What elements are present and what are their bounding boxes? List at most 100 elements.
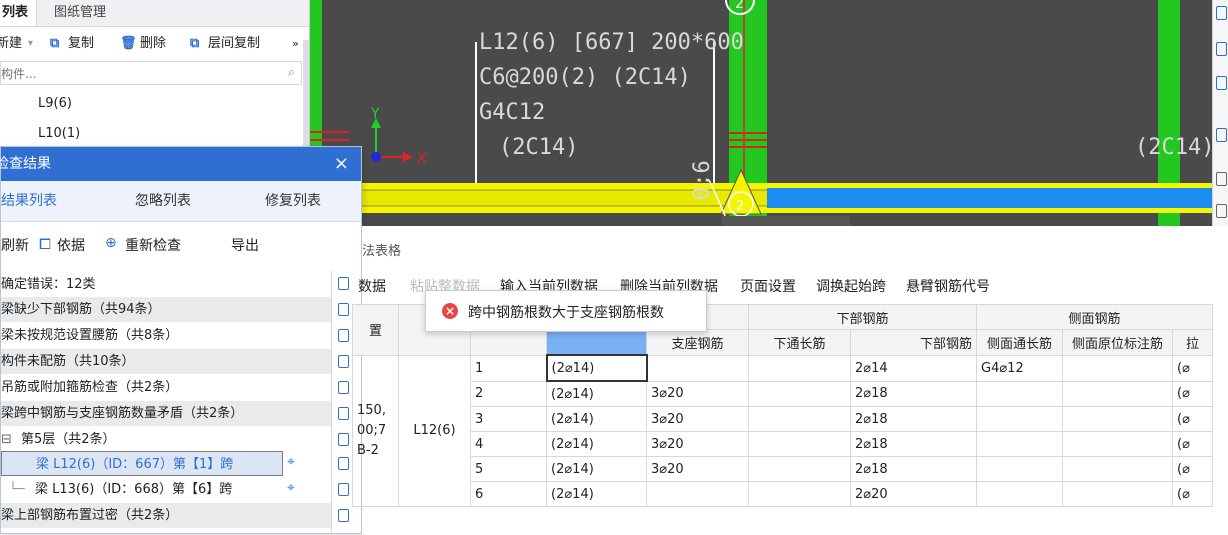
document-icon[interactable] <box>338 277 349 290</box>
result-item-row[interactable]: └─ 梁 L13(6)（ID：668）第【6】跨 <box>1 477 331 502</box>
table-cell[interactable] <box>748 431 851 457</box>
table-cell[interactable] <box>1062 406 1173 432</box>
table-cell[interactable]: G4⌀12 <box>976 354 1063 382</box>
toolbar-icon[interactable] <box>1216 128 1227 142</box>
tab-list[interactable]: 列表 <box>0 0 38 26</box>
copy-button[interactable]: 复制 <box>68 30 94 58</box>
floor-copy-button[interactable]: 层间复制 <box>208 30 260 58</box>
table-cell[interactable]: 6 <box>470 481 547 507</box>
result-group-row[interactable]: 梁缺少下部钢筋（共94条） <box>1 297 331 322</box>
beam-selected-segment[interactable] <box>767 188 1228 208</box>
table-cell[interactable] <box>748 380 851 407</box>
table-cell[interactable] <box>748 406 851 432</box>
table-cell[interactable]: 3 <box>470 406 547 432</box>
toolbar-icon[interactable] <box>1216 76 1227 90</box>
table-cell[interactable]: 3⌀20 <box>646 406 749 432</box>
close-icon[interactable]: × <box>334 147 349 181</box>
table-cell[interactable] <box>748 354 851 382</box>
document-icon[interactable] <box>338 509 349 522</box>
toolbar-icon[interactable] <box>1216 6 1227 20</box>
document-icon[interactable] <box>338 381 349 394</box>
result-group-row[interactable]: 梁跨中钢筋与支座钢筋数量矛盾（共2条） <box>1 401 331 426</box>
table-row[interactable]: 150, 00;7 B-2 L12(6) 1 (2⌀14) 2⌀14 G4⌀12… <box>352 354 1213 507</box>
table-cell[interactable]: (⌀ <box>1172 481 1213 507</box>
toolbar-icon[interactable] <box>1216 204 1227 218</box>
table-row[interactable]: 3 (2⌀14) 3⌀20 2⌀18 (⌀ <box>353 406 1213 432</box>
table-cell[interactable] <box>976 431 1063 457</box>
table-cell[interactable]: 2⌀18 <box>850 431 977 457</box>
table-cell[interactable]: (2⌀14) <box>546 380 647 407</box>
table-cell[interactable] <box>748 456 851 482</box>
table-row[interactable]: 2 (2⌀14) 3⌀20 2⌀18 (⌀ <box>353 380 1213 407</box>
recheck-button[interactable]: 重新检查 <box>125 235 181 255</box>
table-cell[interactable]: (2⌀14) <box>546 406 647 432</box>
scroll-thumb[interactable] <box>722 216 850 226</box>
document-icon[interactable] <box>338 355 349 368</box>
table-cell[interactable]: 3⌀20 <box>646 431 749 457</box>
table-cell[interactable]: (⌀ <box>1172 456 1213 482</box>
table-cell[interactable]: (2⌀14) <box>546 481 647 507</box>
dialog-title-bar[interactable]: 检查结果 × <box>0 147 361 181</box>
table-row[interactable]: 5 (2⌀14) 3⌀20 2⌀18 (⌀ <box>353 456 1213 482</box>
table-cell[interactable] <box>976 406 1063 432</box>
table-cell[interactable]: (⌀ <box>1172 380 1213 407</box>
table-cell[interactable]: (2⌀14) <box>546 456 647 482</box>
document-icon[interactable] <box>338 457 349 470</box>
document-icon[interactable] <box>338 433 349 446</box>
more-button[interactable]: » <box>292 30 299 58</box>
table-row[interactable]: 6 (2⌀14) 2⌀20 (⌀ <box>353 481 1213 507</box>
table-cell[interactable] <box>1062 481 1173 507</box>
list-item[interactable]: L10(1) <box>38 126 80 141</box>
result-floor-row[interactable]: ⊟ 第5层（共2条） <box>1 427 331 452</box>
table-cell[interactable]: (⌀ <box>1172 431 1213 457</box>
table-cell[interactable] <box>1062 354 1173 382</box>
component-scrollbar[interactable] <box>303 40 309 150</box>
toolbar-icon[interactable] <box>1216 172 1227 186</box>
table-cell[interactable]: (2⌀14) <box>546 431 647 457</box>
list-item[interactable]: L9(6) <box>38 96 72 111</box>
result-group-row[interactable]: 吊筋或附加箍筋检查（共2条） <box>1 375 331 400</box>
table-cell[interactable]: 2⌀20 <box>850 481 977 507</box>
document-icon[interactable] <box>338 407 349 420</box>
locate-icon[interactable]: ⌖ <box>287 480 295 496</box>
table-cell[interactable] <box>1062 380 1173 407</box>
table-cell[interactable]: 5 <box>470 456 547 482</box>
toolbar-icon[interactable] <box>1216 42 1227 56</box>
new-dropdown-icon[interactable]: ▾ <box>28 30 33 58</box>
table-cell[interactable]: L12(6) <box>398 354 471 507</box>
table-cell[interactable]: 2⌀18 <box>850 456 977 482</box>
table-cell[interactable]: (⌀ <box>1172 406 1213 432</box>
table-cell[interactable]: 2⌀18 <box>850 380 977 407</box>
table-cell[interactable]: 2⌀18 <box>850 406 977 432</box>
cad-canvas[interactable]: L12(6) [667] 200*600 C6@200(2) (2C14) G4… <box>309 0 1228 226</box>
table-cell[interactable] <box>976 456 1063 482</box>
table-cell[interactable]: 1 <box>470 354 547 382</box>
table-cell[interactable]: 2 <box>470 380 547 407</box>
document-icon[interactable] <box>338 303 349 316</box>
cad-drawing[interactable]: L12(6) [667] 200*600 C6@200(2) (2C14) G4… <box>309 0 1228 226</box>
result-group-row[interactable]: 梁未按规范设置腰筋（共8条） <box>1 323 331 348</box>
basis-button[interactable]: 依据 <box>57 235 85 255</box>
table-cell-selected[interactable]: (2⌀14) <box>545 354 648 382</box>
table-cell[interactable]: 3⌀20 <box>646 456 749 482</box>
table-cell[interactable]: 4 <box>470 431 547 457</box>
export-button[interactable]: 导出 <box>231 235 259 255</box>
search-icon[interactable]: ⌕ <box>288 65 295 80</box>
tab-drawing-management[interactable]: 图纸管理 <box>46 0 114 26</box>
menu-item[interactable]: 调换起始跨 <box>816 276 886 296</box>
table-cell[interactable] <box>646 354 749 382</box>
collapse-icon[interactable]: ⊟ <box>1 427 12 452</box>
table-row[interactable]: 4 (2⌀14) 3⌀20 2⌀18 (⌀ <box>353 431 1213 457</box>
component-search[interactable]: ⌕ <box>0 61 302 86</box>
search-input[interactable] <box>1 62 263 86</box>
document-icon[interactable] <box>338 483 349 496</box>
document-icon[interactable] <box>338 329 349 342</box>
menu-item[interactable]: 数据 <box>358 276 386 296</box>
result-item-row[interactable]: 梁 L12(6)（ID：667）第【1】跨 <box>1 451 283 476</box>
table-cell[interactable]: 3⌀20 <box>646 380 749 407</box>
menu-item[interactable]: 页面设置 <box>740 276 796 296</box>
tab-result-list[interactable]: 结果列表 <box>1 181 57 221</box>
table-cell[interactable] <box>646 481 749 507</box>
menu-item[interactable]: 悬臂钢筋代号 <box>906 276 990 296</box>
table-cell[interactable] <box>976 380 1063 407</box>
